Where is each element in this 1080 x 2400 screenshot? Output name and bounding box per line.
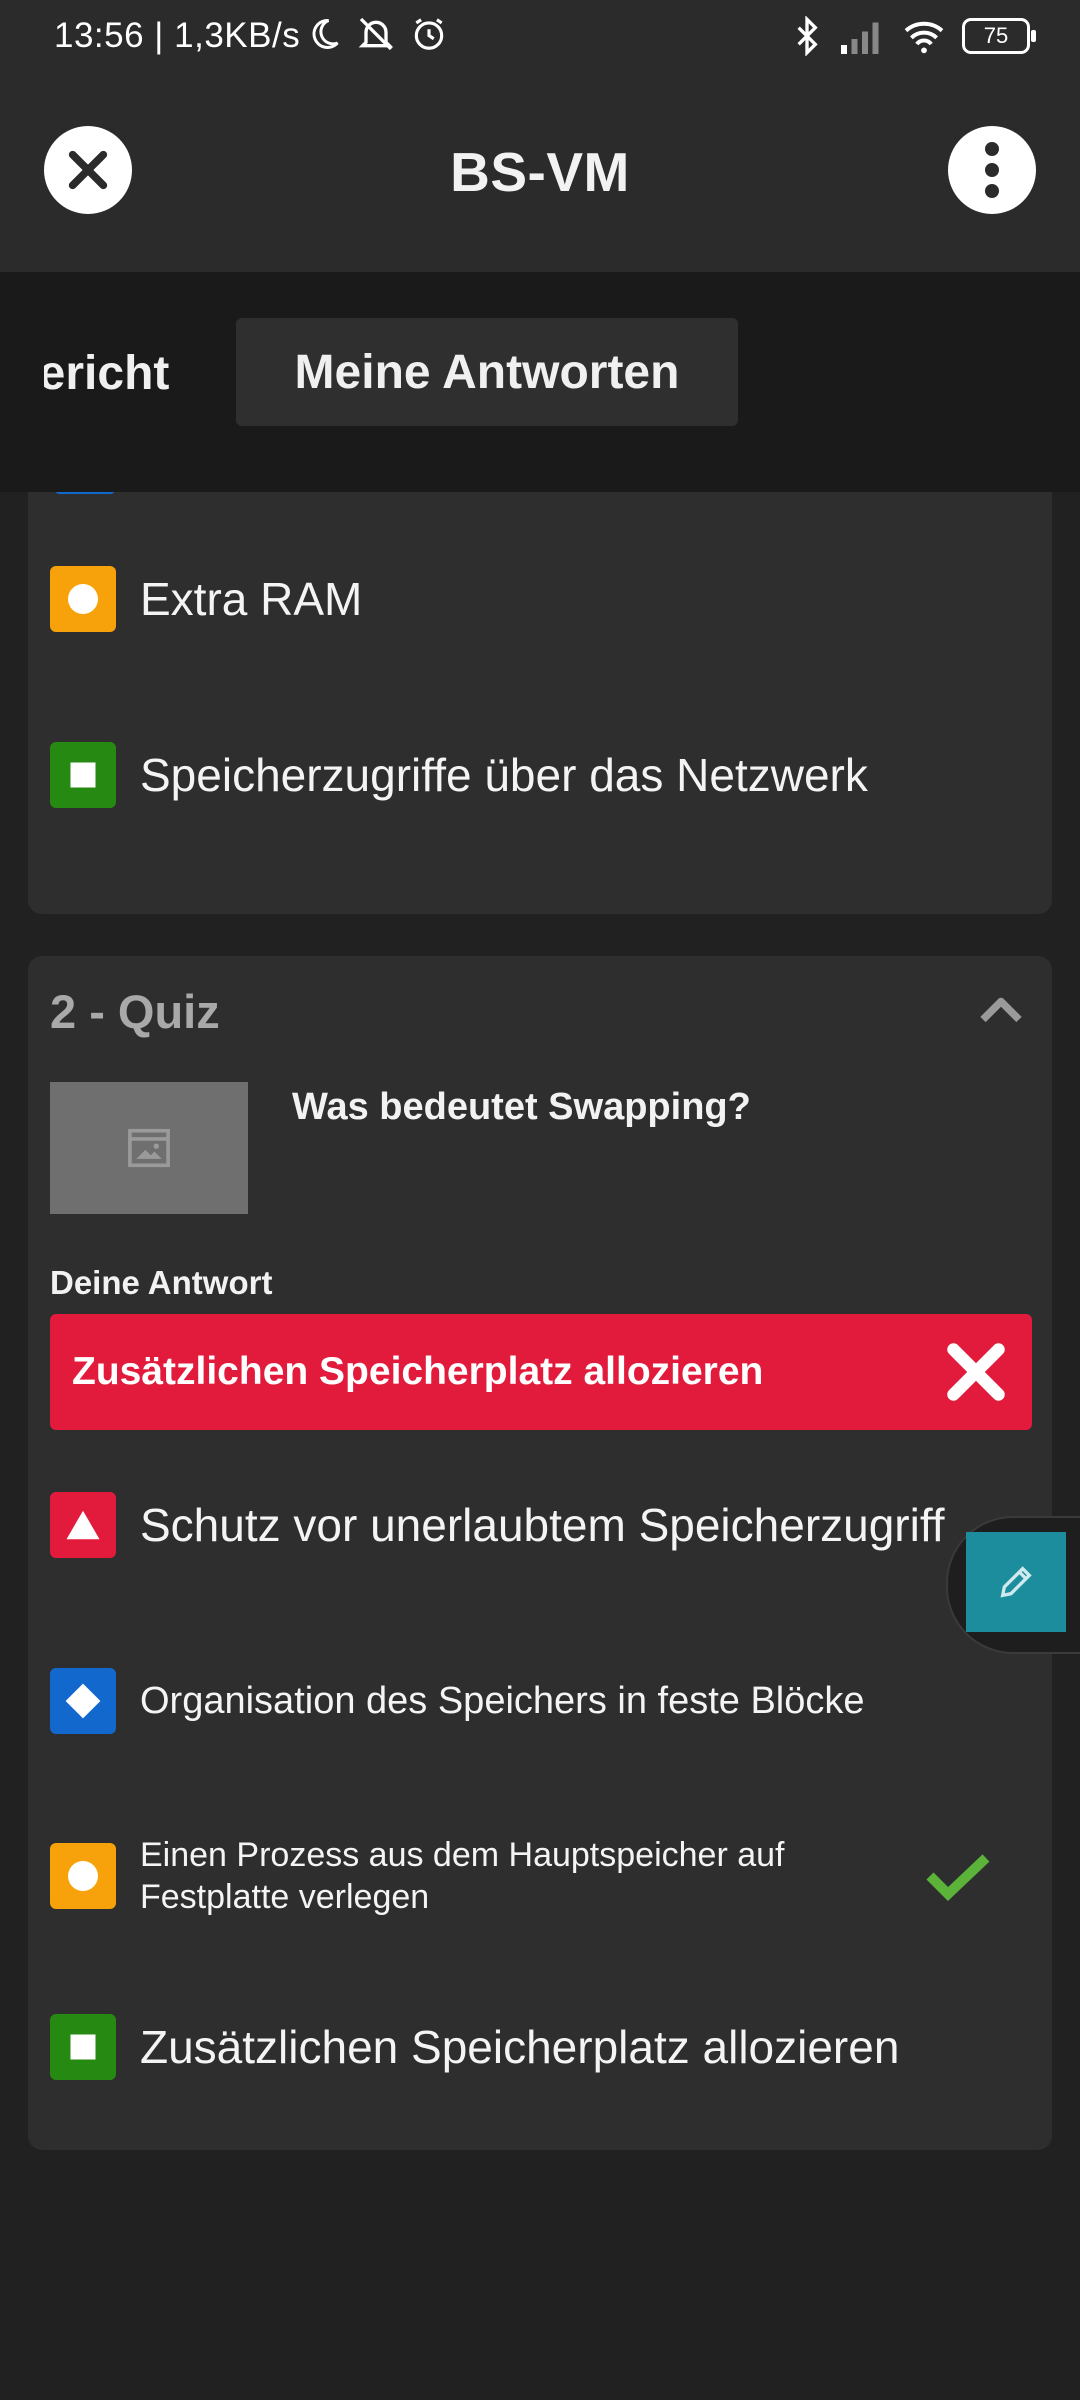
quiz-title: 2 - Quiz (50, 985, 220, 1038)
tab-my-answers[interactable]: Meine Antworten (236, 318, 738, 426)
question-text: Was bedeutet Swapping? (292, 1086, 751, 1128)
image-placeholder-icon (128, 1128, 170, 1168)
option-label: Speicherzugriffe über das Netzwerk (140, 749, 868, 801)
wifi-icon (904, 21, 944, 54)
question-card-2: 2 - Quiz Was bedeutet Swapping? Deine An… (28, 956, 1052, 2150)
chevron-up-icon[interactable] (980, 994, 1022, 1024)
your-answer-box: Zusätzlichen Speicherplatz allozieren (50, 1314, 1032, 1430)
tab-report[interactable]: Bericht (44, 347, 169, 400)
option-label: Organisation des Speichers in feste Blöc… (140, 1679, 865, 1722)
option-label: Extra RAM (140, 573, 363, 625)
option-square: Speicherzugriffe über das Netzwerk (50, 742, 1032, 808)
bluetooth-icon (797, 16, 818, 56)
your-answer-text: Zusätzlichen Speicherplatz allozieren (72, 1350, 764, 1393)
app-bar: BS-VM (0, 78, 1080, 272)
floating-edit-tab (946, 1516, 1080, 1654)
question-card-1: Extra RAM Speicherzugriffe über das Netz… (28, 492, 1052, 914)
status-bar: 13:56 | 1,3KB/s 75 (0, 0, 1080, 78)
battery-icon: 75 (962, 18, 1036, 54)
status-time: 13:56 | 1,3KB/s (54, 16, 301, 55)
circle-shape-icon (50, 1843, 116, 1909)
option-circle: Extra RAM (50, 566, 1032, 632)
signal-icon (841, 22, 879, 54)
circle-shape-icon (50, 566, 116, 632)
silent-bell-icon (358, 17, 394, 51)
edit-button[interactable] (966, 1532, 1066, 1632)
moon-icon (312, 18, 339, 49)
option-diamond: Organisation des Speichers in feste Blöc… (50, 1668, 1032, 1734)
pencil-icon (1000, 1566, 1032, 1598)
option-label: Schutz vor unerlaubtem Speicherzugriff (140, 1499, 945, 1551)
results-list[interactable]: Extra RAM Speicherzugriffe über das Netz… (0, 492, 1080, 2400)
diamond-option-edge (54, 492, 116, 494)
option-label: Einen Prozess aus dem Hauptspeicher auf … (140, 1836, 785, 1916)
square-shape-icon (50, 742, 116, 808)
more-vertical-icon (985, 142, 999, 198)
incorrect-icon (947, 1343, 1005, 1401)
diamond-shape-icon (50, 1668, 116, 1734)
checkmark-icon (926, 1854, 990, 1901)
your-answer-label: Deine Antwort (50, 1264, 273, 1301)
tab-bar: Bericht Meine Antworten (0, 272, 1080, 492)
question-image (50, 1082, 248, 1214)
option-circle-correct: Einen Prozess aus dem Hauptspeicher auf … (50, 1834, 1032, 1918)
triangle-shape-icon (50, 1492, 116, 1558)
page-title: BS-VM (450, 141, 630, 203)
more-options-button[interactable] (948, 126, 1036, 214)
option-label: Zusätzlichen Speicherplatz allozieren (140, 2021, 900, 2073)
option-triangle: Schutz vor unerlaubtem Speicherzugriff (50, 1492, 1032, 1558)
square-shape-icon (50, 2014, 116, 2080)
alarm-icon (414, 18, 444, 50)
option-square: Zusätzlichen Speicherplatz allozieren (50, 2014, 1032, 2080)
